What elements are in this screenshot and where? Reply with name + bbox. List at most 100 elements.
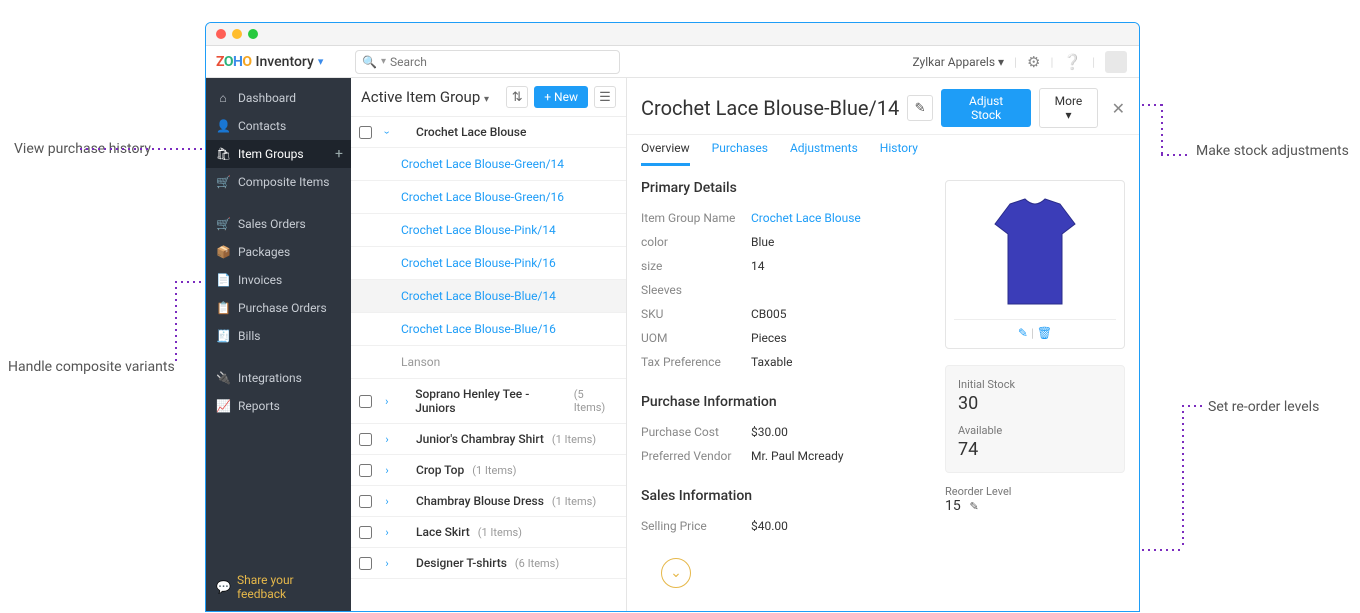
search-input[interactable]: 🔍▾ <box>355 50 620 74</box>
delete-image-icon[interactable]: 🗑 <box>1037 326 1052 340</box>
variant-row[interactable]: Crochet Lace Blouse-Blue/14 <box>351 280 626 313</box>
new-button[interactable]: + New <box>534 86 588 108</box>
variant-row[interactable]: Crochet Lace Blouse-Blue/16 <box>351 313 626 346</box>
field-value: Pieces <box>751 331 787 345</box>
field-value[interactable]: Crochet Lace Blouse <box>751 211 861 225</box>
list-filter-dropdown[interactable]: Active Item Group ▾ <box>361 88 489 106</box>
stock-card: Initial Stock 30 Available 74 <box>945 365 1125 473</box>
row-checkbox[interactable] <box>359 126 372 139</box>
detail-field: colorBlue <box>641 230 925 254</box>
search-field[interactable] <box>390 55 613 69</box>
sort-icon[interactable]: ⇅ <box>506 86 528 108</box>
initial-stock-label: Initial Stock <box>958 378 1112 391</box>
item-group-row[interactable]: ›Crop Top (1 Items) <box>351 455 626 486</box>
group-name: Soprano Henley Tee - Juniors <box>415 387 565 415</box>
sidebar-item-packages[interactable]: 📦 Packages <box>206 238 351 266</box>
item-group-row[interactable]: ›Junior's Chambray Shirt (1 Items) <box>351 424 626 455</box>
field-label: Sleeves <box>641 283 751 297</box>
nav-icon: 📦 <box>216 245 230 259</box>
primary-details-title: Primary Details <box>641 180 925 196</box>
nav-icon: 👤 <box>216 119 230 133</box>
variant-row[interactable]: Crochet Lace Blouse-Pink/14 <box>351 214 626 247</box>
sidebar-item-dashboard[interactable]: ⌂Dashboard <box>206 84 351 112</box>
sidebar-item-composite-items[interactable]: 🛒Composite Items <box>206 168 351 196</box>
nav-label: Invoices <box>238 273 282 287</box>
item-group-row[interactable]: ›Crochet Lace Blouse <box>351 117 626 148</box>
settings-icon[interactable]: ⚙ <box>1027 53 1040 71</box>
row-checkbox[interactable] <box>359 464 372 477</box>
item-count: (1 Items) <box>552 495 596 508</box>
nav-label: Sales Orders <box>238 217 306 231</box>
menu-icon[interactable]: ☰ <box>594 86 616 108</box>
sidebar: ⌂Dashboard👤Contacts 🛍 Item Groups + 🛒Composi… <box>206 78 351 611</box>
field-value: CB005 <box>751 307 787 321</box>
sidebar-item-contacts[interactable]: 👤Contacts <box>206 112 351 140</box>
nav-label: Item Groups <box>238 147 304 161</box>
maximize-window-icon[interactable] <box>248 29 258 39</box>
field-label: Purchase Cost <box>641 425 751 439</box>
chevron-icon[interactable]: › <box>382 495 392 508</box>
chevron-icon[interactable]: › <box>382 526 392 539</box>
edit-button[interactable]: ✎ <box>907 95 933 121</box>
sidebar-item-item-groups[interactable]: 🛍 Item Groups + <box>206 140 351 168</box>
reorder-label: Reorder Level <box>945 485 1011 498</box>
close-icon[interactable]: ✕ <box>1112 99 1125 118</box>
row-checkbox[interactable] <box>359 495 372 508</box>
row-checkbox[interactable] <box>359 526 372 539</box>
purchase-info-title: Purchase Information <box>641 394 925 410</box>
edit-image-icon[interactable]: ✎ <box>1018 326 1028 340</box>
minimize-window-icon[interactable] <box>232 29 242 39</box>
brand-product: Inventory <box>256 54 314 70</box>
chevron-icon[interactable]: › <box>382 464 392 477</box>
nav-label: Bills <box>238 329 260 343</box>
row-checkbox[interactable] <box>359 557 372 570</box>
tab-history[interactable]: History <box>880 135 918 166</box>
detail-field: size14 <box>641 254 925 278</box>
chevron-icon[interactable]: › <box>381 127 394 137</box>
item-group-row[interactable]: ›Designer T-shirts (6 Items) <box>351 548 626 579</box>
help-icon[interactable]: ❔ <box>1063 53 1082 71</box>
close-window-icon[interactable] <box>216 29 226 39</box>
tab-overview[interactable]: Overview <box>641 135 690 166</box>
more-button[interactable]: More ▾ <box>1039 88 1097 128</box>
sidebar-item-integrations[interactable]: 🔌Integrations <box>206 364 351 392</box>
field-label: SKU <box>641 307 751 321</box>
sidebar-item-purchase-orders[interactable]: 📋Purchase Orders <box>206 294 351 322</box>
edit-reorder-icon[interactable]: ✎ <box>969 500 978 513</box>
sidebar-item-sales-orders[interactable]: 🛒Sales Orders <box>206 210 351 238</box>
item-group-row[interactable]: ›Chambray Blouse Dress (1 Items) <box>351 486 626 517</box>
annotation-stock-adj: Make stock adjustments <box>1196 142 1349 162</box>
expand-arrow-icon[interactable]: ⌄ <box>661 558 691 588</box>
sidebar-item-reports[interactable]: 📈Reports <box>206 392 351 420</box>
chevron-icon[interactable]: › <box>382 395 392 408</box>
chevron-icon[interactable]: › <box>382 433 392 446</box>
nav-icon: 🛍 <box>216 147 230 161</box>
nav-icon: 📈 <box>216 399 230 413</box>
nav-label: Packages <box>238 245 290 259</box>
add-icon[interactable]: + <box>335 146 343 162</box>
feedback-link[interactable]: 💬 Share your feedback <box>206 563 351 611</box>
sidebar-item-invoices[interactable]: 📄Invoices <box>206 266 351 294</box>
company-dropdown[interactable]: Zylkar Apparels ▾ <box>913 55 1005 69</box>
item-count: (1 Items) <box>552 433 596 446</box>
variant-row[interactable]: Crochet Lace Blouse-Green/16 <box>351 181 626 214</box>
row-checkbox[interactable] <box>359 395 372 408</box>
sidebar-item-bills[interactable]: 🧾Bills <box>206 322 351 350</box>
detail-field: Item Group NameCrochet Lace Blouse <box>641 206 925 230</box>
adjust-stock-button[interactable]: Adjust Stock <box>941 89 1032 127</box>
variant-row[interactable]: Crochet Lace Blouse-Pink/16 <box>351 247 626 280</box>
brand[interactable]: ZOHO Inventory ▾ <box>206 54 351 70</box>
item-list-panel: Active Item Group ▾ ⇅ + New ☰ ›Crochet L… <box>351 78 627 611</box>
item-group-row[interactable]: ›Soprano Henley Tee - Juniors (5 Items) <box>351 379 626 424</box>
variant-row[interactable]: Crochet Lace Blouse-Green/14 <box>351 148 626 181</box>
tab-purchases[interactable]: Purchases <box>712 135 768 166</box>
available-label: Available <box>958 424 1112 437</box>
nav-icon: ⌂ <box>216 91 230 105</box>
tab-adjustments[interactable]: Adjustments <box>790 135 858 166</box>
avatar[interactable] <box>1105 51 1127 73</box>
item-group-row[interactable]: ›Lace Skirt (1 Items) <box>351 517 626 548</box>
variant-row[interactable]: Lanson <box>351 346 626 379</box>
row-checkbox[interactable] <box>359 433 372 446</box>
group-name: Lace Skirt <box>416 525 470 539</box>
chevron-icon[interactable]: › <box>382 557 392 570</box>
